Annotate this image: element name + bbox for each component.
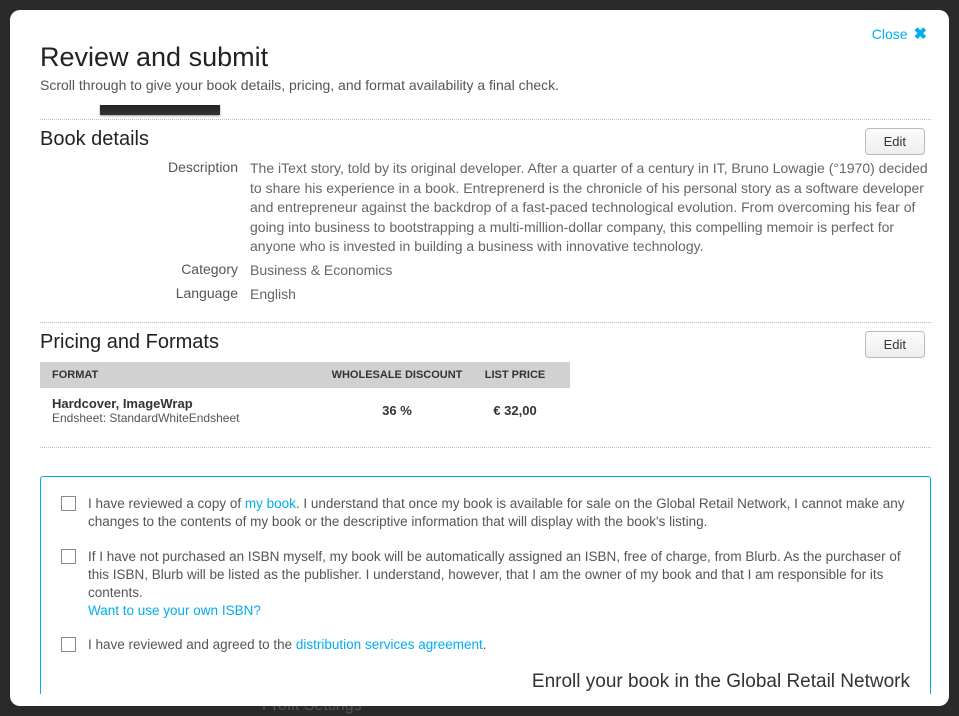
close-label: Close bbox=[872, 26, 908, 42]
col-discount-header: WHOLESALE DISCOUNT bbox=[322, 369, 472, 381]
enroll-title: Enroll your book in the Global Retail Ne… bbox=[61, 671, 910, 693]
modal-scroll-area[interactable]: Book details Edit Description The iText … bbox=[40, 105, 937, 694]
edit-book-details-button[interactable]: Edit bbox=[865, 128, 925, 155]
category-value: Business & Economics bbox=[250, 261, 392, 281]
discount-value: 36 % bbox=[322, 403, 472, 418]
close-icon: ✖ bbox=[914, 24, 927, 44]
modal-subtitle: Scroll through to give your book details… bbox=[40, 77, 937, 93]
own-isbn-link[interactable]: Want to use your own ISBN? bbox=[88, 603, 261, 618]
my-book-link[interactable]: my book bbox=[245, 496, 296, 511]
edit-pricing-button[interactable]: Edit bbox=[865, 331, 925, 358]
pricing-formats-section: Pricing and Formats Edit FORMAT WHOLESAL… bbox=[40, 323, 931, 448]
agreement3-text-b: . bbox=[483, 637, 487, 652]
pricing-table-header: FORMAT WHOLESALE DISCOUNT LIST PRICE bbox=[40, 362, 570, 388]
close-button[interactable]: Close ✖ bbox=[872, 24, 927, 44]
pricing-table: FORMAT WHOLESALE DISCOUNT LIST PRICE Har… bbox=[40, 362, 570, 433]
book-details-section: Book details Edit Description The iText … bbox=[40, 119, 931, 323]
col-format-header: FORMAT bbox=[52, 369, 322, 381]
agreement-row-1: I have reviewed a copy of my book. I und… bbox=[61, 495, 910, 531]
review-submit-modal: Close ✖ Review and submit Scroll through… bbox=[10, 10, 949, 706]
book-cover-thumbnail bbox=[100, 105, 220, 115]
agreement2-text-a: If I have not purchased an ISBN myself, … bbox=[88, 549, 901, 600]
modal-title: Review and submit bbox=[40, 42, 937, 73]
agreement-checkbox-2[interactable] bbox=[61, 549, 76, 564]
price-value: € 32,00 bbox=[472, 403, 558, 418]
agreement-checkbox-1[interactable] bbox=[61, 496, 76, 511]
description-value: The iText story, told by its original de… bbox=[250, 159, 931, 257]
agreement1-text-a: I have reviewed a copy of bbox=[88, 496, 245, 511]
agreement-row-2: If I have not purchased an ISBN myself, … bbox=[61, 548, 910, 621]
format-name: Hardcover, ImageWrap bbox=[52, 396, 322, 411]
description-label: Description bbox=[40, 159, 250, 257]
language-label: Language bbox=[40, 285, 250, 305]
book-details-heading: Book details bbox=[40, 128, 931, 151]
language-value: English bbox=[250, 285, 296, 305]
pricing-heading: Pricing and Formats bbox=[40, 331, 931, 354]
format-sub: Endsheet: StandardWhiteEndsheet bbox=[52, 411, 322, 425]
col-price-header: LIST PRICE bbox=[472, 369, 558, 381]
distribution-agreement-link[interactable]: distribution services agreement bbox=[296, 637, 483, 652]
agreement-row-3: I have reviewed and agreed to the distri… bbox=[61, 636, 910, 654]
category-label: Category bbox=[40, 261, 250, 281]
table-row: Hardcover, ImageWrap Endsheet: StandardW… bbox=[40, 388, 570, 433]
agreements-box: I have reviewed a copy of my book. I und… bbox=[40, 476, 931, 694]
agreement-checkbox-3[interactable] bbox=[61, 637, 76, 652]
agreement3-text-a: I have reviewed and agreed to the bbox=[88, 637, 296, 652]
